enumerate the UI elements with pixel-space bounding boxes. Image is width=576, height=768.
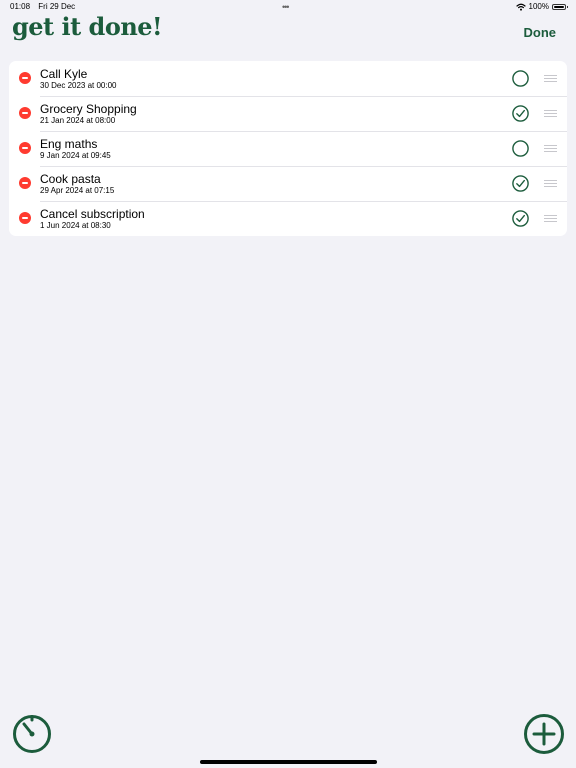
reorder-line (544, 113, 557, 114)
reorder-line (544, 215, 557, 216)
task-row[interactable]: Grocery Shopping 21 Jan 2024 at 08:00 (9, 96, 567, 131)
reorder-line (544, 151, 557, 152)
done-button[interactable]: Done (524, 25, 557, 40)
wifi-icon (515, 3, 526, 11)
checkmark-circle-icon[interactable] (512, 210, 529, 227)
reorder-handle-icon[interactable] (544, 215, 557, 222)
reorder-handle-icon[interactable] (544, 145, 557, 152)
task-date: 21 Jan 2024 at 08:00 (40, 116, 116, 125)
empty-circle-icon[interactable] (512, 140, 529, 157)
add-task-button[interactable] (523, 713, 565, 755)
reorder-line (544, 186, 557, 187)
task-list: Call Kyle 30 Dec 2023 at 00:00 Grocery Sho… (9, 61, 567, 236)
reorder-line (544, 75, 557, 76)
task-title: Cancel subscription (40, 207, 145, 221)
delete-icon[interactable] (19, 107, 31, 119)
task-title: Call Kyle (40, 67, 88, 81)
reorder-line (544, 116, 557, 117)
reorder-handle-icon[interactable] (544, 110, 557, 117)
checkmark-circle-icon[interactable] (512, 175, 529, 192)
task-title: Eng maths (40, 137, 98, 151)
reorder-line (544, 148, 557, 149)
reorder-line (544, 81, 557, 82)
delete-icon[interactable] (19, 72, 31, 84)
task-date: 1 Jun 2024 at 08:30 (40, 221, 111, 230)
multitasking-dots[interactable]: ••• (282, 0, 290, 14)
reorder-line (544, 180, 557, 181)
delete-icon[interactable] (19, 212, 31, 224)
home-indicator[interactable] (200, 760, 377, 764)
status-date: Fri 29 Dec (38, 2, 76, 11)
task-date: 9 Jan 2024 at 09:45 (40, 151, 111, 160)
reorder-line (544, 221, 557, 222)
task-title: Cook pasta (40, 172, 101, 186)
reorder-handle-icon[interactable] (544, 180, 557, 187)
battery-icon (552, 4, 568, 10)
checkmark-circle-icon[interactable] (512, 105, 529, 122)
reorder-line (544, 218, 557, 219)
timer-icon[interactable] (12, 713, 52, 753)
task-date: 29 Apr 2024 at 07:15 (40, 186, 115, 195)
task-row[interactable]: Eng maths 9 Jan 2024 at 09:45 (9, 131, 567, 166)
task-row[interactable]: Cook pasta 29 Apr 2024 at 07:15 (9, 166, 567, 201)
status-time: 01:08 (10, 2, 31, 11)
status-right: 100% (515, 0, 568, 14)
reorder-line (544, 183, 557, 184)
battery-fill (554, 6, 564, 8)
reorder-line (544, 78, 557, 79)
app-title: get it done! (12, 12, 163, 41)
empty-circle-icon[interactable] (512, 70, 529, 87)
reorder-line (544, 110, 557, 111)
delete-icon[interactable] (19, 142, 31, 154)
task-title: Grocery Shopping (40, 102, 137, 116)
reorder-line (544, 145, 557, 146)
reorder-handle-icon[interactable] (544, 75, 557, 82)
task-date: 30 Dec 2023 at 00:00 (40, 81, 117, 90)
task-row[interactable]: Call Kyle 30 Dec 2023 at 00:00 (9, 61, 567, 96)
task-row[interactable]: Cancel subscription 1 Jun 2024 at 08:30 (9, 201, 567, 236)
delete-icon[interactable] (19, 177, 31, 189)
battery-percent: 100% (528, 2, 549, 11)
